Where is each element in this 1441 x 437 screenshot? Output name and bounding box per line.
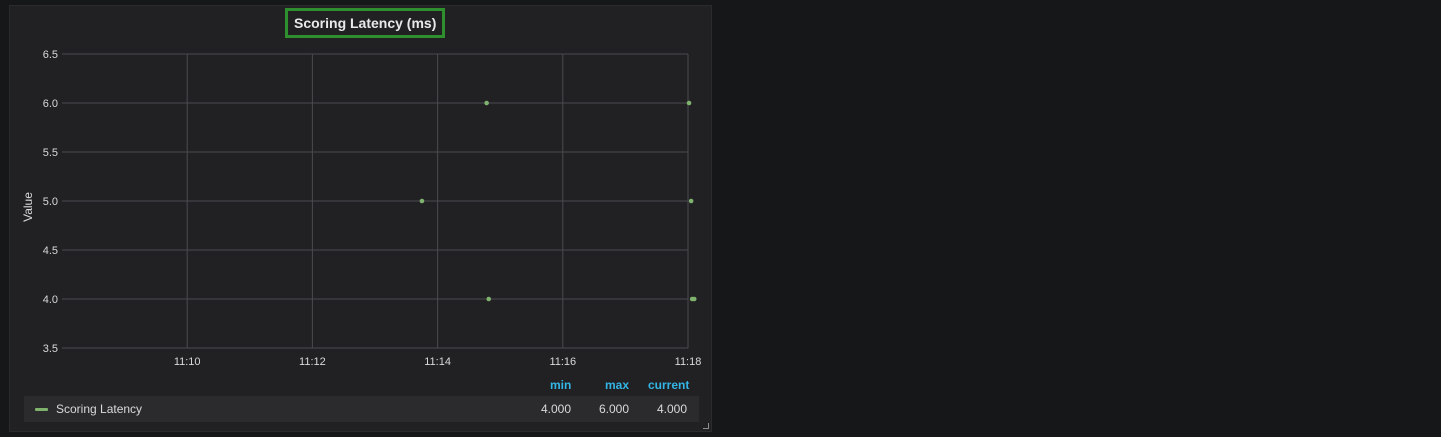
legend-current-value: 4.000 bbox=[656, 402, 687, 416]
y-tick-labels: 3.5 4.0 4.5 5.0 5.5 6.0 6.5 bbox=[43, 49, 58, 355]
legend-series-name[interactable]: Scoring Latency bbox=[56, 402, 142, 416]
data-point[interactable] bbox=[691, 296, 697, 302]
y-gridlines bbox=[62, 53, 688, 349]
legend-header-max[interactable]: max bbox=[605, 378, 629, 392]
legend-series-row[interactable]: Scoring Latency 4.000 6.000 4.000 bbox=[24, 396, 699, 422]
y-tick-label: 5.5 bbox=[43, 147, 58, 159]
legend-header-min[interactable]: min bbox=[550, 378, 571, 392]
y-axis-label: Value bbox=[21, 192, 35, 222]
legend-swatch-icon[interactable] bbox=[35, 408, 48, 411]
x-tick-labels: 11:10 11:12 11:14 11:16 11:18 bbox=[174, 356, 702, 368]
y-tick-label: 3.5 bbox=[43, 343, 58, 355]
data-point[interactable] bbox=[484, 100, 489, 106]
y-tick-label: 4.0 bbox=[43, 294, 58, 306]
legend-header-current[interactable]: current bbox=[648, 378, 689, 392]
y-tick-label: 4.5 bbox=[43, 245, 58, 257]
data-point[interactable] bbox=[419, 198, 425, 204]
graph-panel: Scoring Latency (ms) 3.5 4.0 4.5 5.0 5.5 6.0 6… bbox=[9, 5, 712, 432]
x-tick-label: 11:18 bbox=[675, 356, 702, 368]
y-tick-label: 6.0 bbox=[43, 98, 58, 110]
data-point[interactable] bbox=[486, 296, 492, 302]
resize-handle-icon[interactable] bbox=[703, 423, 709, 429]
x-tick-label: 11:12 bbox=[299, 356, 326, 368]
legend-max-value: 6.000 bbox=[598, 402, 629, 416]
data-point[interactable] bbox=[686, 100, 692, 106]
legend-min-value: 4.000 bbox=[540, 402, 571, 416]
y-tick-label: 6.5 bbox=[43, 49, 58, 61]
legend-header: min max current bbox=[10, 378, 713, 394]
y-tick-label: 5.0 bbox=[43, 196, 58, 208]
data-point[interactable] bbox=[688, 198, 694, 204]
x-tick-label: 11:14 bbox=[424, 356, 451, 368]
x-tick-label: 11:10 bbox=[174, 356, 201, 368]
chart-plot: 3.54.04.55.05.56.06.5 11:10 11:12 11:14 11:… bbox=[21, 49, 702, 368]
x-tick-label: 11:16 bbox=[549, 356, 576, 368]
